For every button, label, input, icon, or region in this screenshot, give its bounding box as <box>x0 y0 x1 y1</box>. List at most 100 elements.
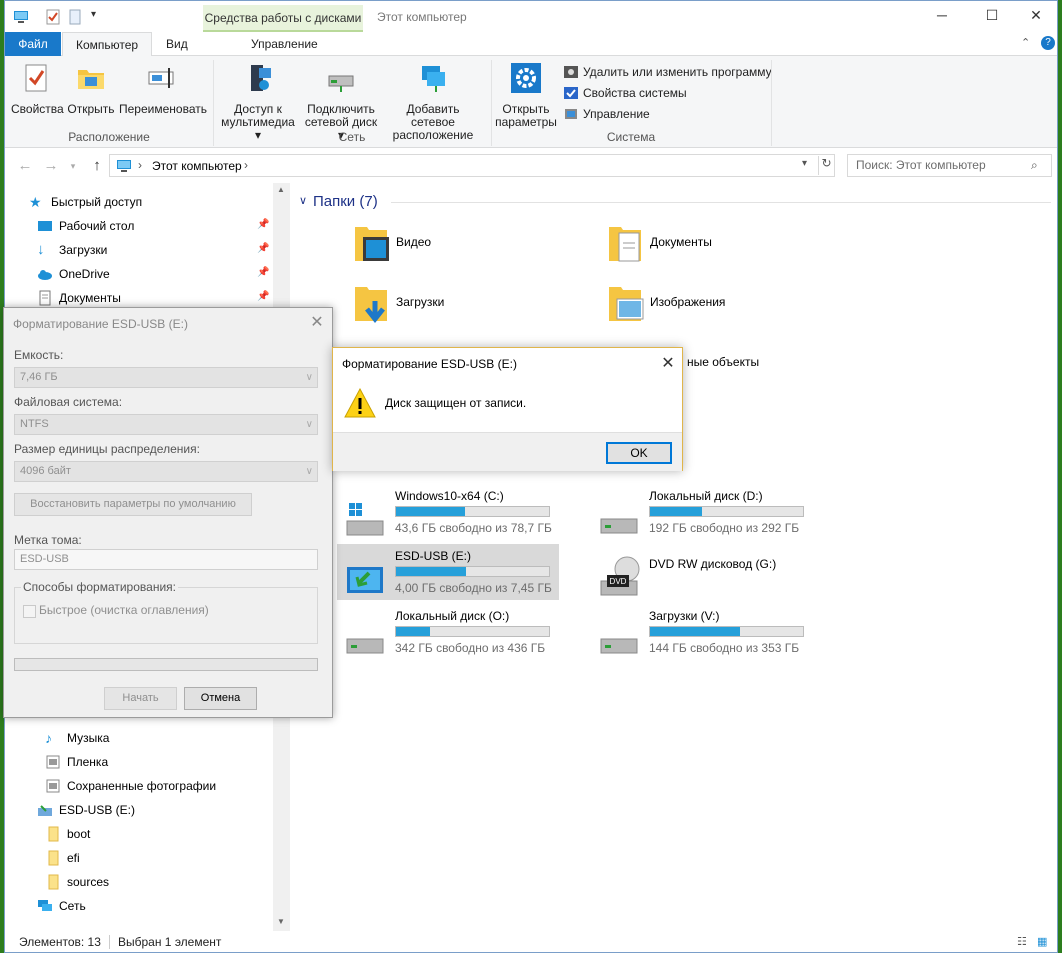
drive-d[interactable]: Локальный диск (D:) 192 ГБ свободно из 2… <box>597 489 817 545</box>
system-drive-icon <box>346 503 384 536</box>
folder-images[interactable]: Изображения <box>605 281 845 337</box>
onedrive-cloud-icon <box>38 270 52 280</box>
folder-downloads[interactable]: Загрузки <box>351 281 591 337</box>
ok-button[interactable]: OK <box>606 442 672 464</box>
nav-item-efi[interactable]: efi <box>48 847 80 869</box>
quick-format-label: Быстрое (очистка оглавления) <box>39 603 209 617</box>
volume-label-input[interactable]: ESD-USB <box>14 549 318 570</box>
drive-o-name: Локальный диск (O:) <box>395 609 510 623</box>
nav-item-quick-access[interactable]: ★ Быстрый доступ <box>29 191 142 213</box>
back-button[interactable]: ← <box>15 156 35 176</box>
breadcrumb[interactable]: Этот компьютер <box>152 159 242 173</box>
settings-label-2: параметры <box>495 115 557 129</box>
format-options-group: Способы форматирования: Быстрое (очистка… <box>14 580 318 644</box>
address-bar[interactable]: › Этот компьютер › ▾ ↻ <box>109 154 835 177</box>
nav-item-desktop[interactable]: Рабочий стол <box>38 215 134 237</box>
pin-icon[interactable]: 📌 <box>257 291 269 302</box>
ribbon: Свойства Открыть Переименовать Расположе… <box>5 56 1057 148</box>
collapse-ribbon-icon[interactable]: ⌃ <box>1021 36 1030 49</box>
details-view-icon[interactable]: ☷ <box>1017 931 1027 952</box>
write-protected-message-box: Форматирование ESD-USB (E:) ✕ Диск защищ… <box>332 347 683 471</box>
maximize-button[interactable]: ☐ <box>969 7 1015 27</box>
nav-item-downloads[interactable]: ↓ Загрузки <box>37 239 107 261</box>
folders-section-header[interactable]: Папки (7) <box>313 193 378 210</box>
drive-v[interactable]: Загрузки (V:) 144 ГБ свободно из 353 ГБ <box>597 609 817 665</box>
nav-item-esd-usb[interactable]: ESD-USB (E:) <box>38 799 135 821</box>
tab-computer[interactable]: Компьютер <box>62 32 153 57</box>
folder-video[interactable]: Видео <box>351 221 591 277</box>
close-button[interactable]: ✕ <box>1013 7 1057 27</box>
tab-manage[interactable]: Управление <box>238 32 331 56</box>
pin-icon[interactable]: 📌 <box>257 219 269 230</box>
collapse-chevron-icon[interactable]: ∨ <box>299 194 307 207</box>
network-icon <box>38 900 52 911</box>
window-title: Этот компьютер <box>377 10 467 24</box>
film-folder-icon <box>46 755 60 769</box>
cancel-button[interactable]: Отмена <box>184 687 257 710</box>
context-tab-disk-tools: Средства работы с дисками <box>203 5 363 32</box>
uninstall-program-button[interactable]: Удалить или изменить программу <box>563 62 772 82</box>
minimize-button[interactable]: ─ <box>919 7 965 27</box>
scroll-up-icon[interactable]: ▲ <box>277 185 285 194</box>
properties-icon <box>25 64 47 92</box>
manage-button[interactable]: Управление <box>563 104 650 124</box>
drive-o[interactable]: Локальный диск (O:) 342 ГБ свободно из 4… <box>343 609 563 665</box>
forward-button[interactable]: → <box>41 156 61 176</box>
dropdown-arrow-icon: ∨ <box>305 419 313 430</box>
nav-item-onedrive[interactable]: OneDrive <box>38 263 110 285</box>
drive-c[interactable]: Windows10-x64 (C:) 43,6 ГБ свободно из 7… <box>343 489 563 545</box>
new-folder-icon[interactable] <box>67 9 83 25</box>
scroll-down-icon[interactable]: ▼ <box>277 917 285 926</box>
drive-d-usage-bar <box>649 506 804 517</box>
recent-locations-button[interactable]: ▾ <box>63 156 83 176</box>
refresh-icon[interactable]: ↻ <box>818 156 834 175</box>
message-box-close-button[interactable]: ✕ <box>658 354 678 374</box>
nav-item-music[interactable]: ♪ Музыка <box>45 727 109 749</box>
address-dropdown-icon[interactable]: ▾ <box>802 158 807 169</box>
pin-icon[interactable]: 📌 <box>257 243 269 254</box>
open-settings-button[interactable]: Открыть параметры <box>495 62 557 129</box>
quick-format-checkbox[interactable] <box>23 605 36 618</box>
restore-defaults-button[interactable]: Восстановить параметры по умолчанию <box>14 493 252 516</box>
system-properties-button[interactable]: Свойства системы <box>563 83 687 103</box>
breadcrumb-chevron-icon[interactable]: › <box>244 158 248 172</box>
dvd-drive-icon: DVD <box>600 556 640 596</box>
folder-documents[interactable]: Документы <box>605 221 845 277</box>
nav-item-boot[interactable]: boot <box>48 823 90 845</box>
up-button[interactable]: ↑ <box>87 156 107 176</box>
nav-item-documents[interactable]: Документы <box>39 287 121 309</box>
search-input[interactable]: Поиск: Этот компьютер <box>847 154 1052 177</box>
filesystem-select[interactable]: NTFS ∨ <box>14 414 318 435</box>
properties-button[interactable]: Свойства <box>11 62 64 116</box>
drive-v-name: Загрузки (V:) <box>649 609 720 623</box>
network-drive-icon <box>328 75 354 92</box>
nav-item-saved-photos[interactable]: Сохраненные фотографии <box>46 775 216 797</box>
nav-item-sources[interactable]: sources <box>48 871 109 893</box>
photo-folder-icon <box>46 779 60 793</box>
start-button[interactable]: Начать <box>104 687 177 710</box>
tab-file[interactable]: Файл <box>5 32 61 56</box>
format-dialog-close-button[interactable]: ✕ <box>306 311 328 335</box>
hard-drive-icon <box>346 638 384 654</box>
open-button[interactable]: Открыть <box>65 62 117 116</box>
help-icon[interactable]: ? <box>1041 36 1055 50</box>
properties-icon[interactable] <box>45 9 61 25</box>
capacity-select[interactable]: 7,46 ГБ ∨ <box>14 367 318 388</box>
usage-fill <box>650 507 703 516</box>
nav-item-network[interactable]: Сеть <box>38 895 86 917</box>
customize-qat-icon[interactable]: ▾ <box>91 9 96 20</box>
drive-e[interactable]: ESD-USB (E:) 4,00 ГБ свободно из 7,45 ГБ <box>343 549 563 605</box>
usage-fill <box>396 567 467 576</box>
section-divider <box>391 202 1051 203</box>
tab-view[interactable]: Вид <box>153 32 201 56</box>
download-arrow-icon: ↓ <box>37 241 45 258</box>
format-dialog: Форматирование ESD-USB (E:) ✕ Емкость: 7… <box>3 307 333 718</box>
allocation-unit-select[interactable]: 4096 байт ∨ <box>14 461 318 482</box>
nav-item-film[interactable]: Пленка <box>46 751 108 773</box>
folder-downloads-label: Загрузки <box>396 295 445 309</box>
rename-button[interactable]: Переименовать <box>119 62 207 116</box>
drive-g[interactable]: DVD DVD RW дисковод (G:) <box>597 549 817 605</box>
tiles-view-icon[interactable]: ▦ <box>1037 931 1047 952</box>
group-system-label: Система <box>606 130 656 144</box>
pin-icon[interactable]: 📌 <box>257 267 269 278</box>
